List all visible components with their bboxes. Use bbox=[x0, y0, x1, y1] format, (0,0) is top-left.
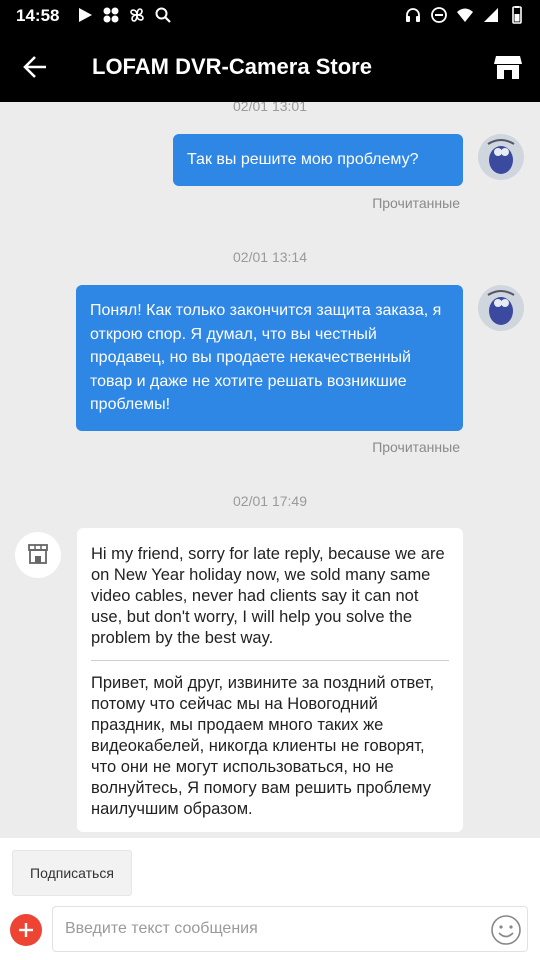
message-text: Понял! Как только закончится защита зака… bbox=[90, 302, 442, 413]
chat-area[interactable]: 02/01 13:01 Так вы решите мою проблему? … bbox=[0, 102, 540, 838]
timestamp: 02/01 17:49 bbox=[233, 493, 307, 509]
battery-icon bbox=[512, 6, 522, 24]
app-bar: LOFAM DVR-Camera Store bbox=[0, 32, 540, 102]
user-avatar[interactable] bbox=[478, 134, 524, 180]
subscribe-button[interactable]: Подписаться bbox=[12, 850, 132, 896]
emoji-icon[interactable] bbox=[490, 914, 522, 946]
play-icon bbox=[79, 8, 92, 22]
user-avatar[interactable] bbox=[478, 285, 524, 331]
store-icon[interactable] bbox=[492, 50, 524, 82]
message-text-translation: Привет, мой друг, извините за поздний от… bbox=[91, 674, 435, 818]
back-arrow-icon[interactable] bbox=[18, 50, 52, 84]
add-attachment-button[interactable] bbox=[10, 914, 42, 946]
message-input[interactable] bbox=[52, 906, 528, 952]
pinwheel-icon bbox=[130, 8, 144, 22]
message-bubble-outgoing[interactable]: Так вы решите мою проблему? bbox=[173, 134, 463, 186]
timestamp: 02/01 13:14 bbox=[233, 249, 307, 265]
user-avatar-image bbox=[478, 134, 524, 180]
divider bbox=[91, 660, 449, 661]
message-composer: Подписаться bbox=[0, 838, 540, 960]
message-bubble-incoming[interactable]: Hi my friend, sorry for late reply, beca… bbox=[77, 528, 463, 832]
do-not-disturb-icon bbox=[431, 7, 447, 23]
wifi-icon bbox=[457, 8, 473, 22]
headset-icon bbox=[406, 8, 420, 22]
store-icon bbox=[28, 544, 48, 564]
message-text-english: Hi my friend, sorry for late reply, beca… bbox=[91, 545, 445, 647]
read-status: Прочитанные bbox=[372, 439, 460, 455]
message-text: Так вы решите мою проблему? bbox=[187, 151, 419, 168]
message-bubble-outgoing[interactable]: Понял! Как только закончится защита зака… bbox=[76, 285, 463, 431]
signal-icon bbox=[484, 8, 498, 22]
plus-icon bbox=[19, 923, 33, 937]
status-bar: 14:58 bbox=[0, 0, 540, 32]
page-title: LOFAM DVR-Camera Store bbox=[92, 54, 372, 79]
timestamp: 02/01 13:01 bbox=[233, 102, 307, 114]
store-avatar[interactable] bbox=[15, 532, 61, 578]
app-dots-icon bbox=[103, 7, 119, 23]
search-icon bbox=[155, 7, 171, 23]
user-avatar-image bbox=[478, 285, 524, 331]
status-time: 14:58 bbox=[16, 6, 60, 25]
read-status: Прочитанные bbox=[372, 195, 460, 211]
